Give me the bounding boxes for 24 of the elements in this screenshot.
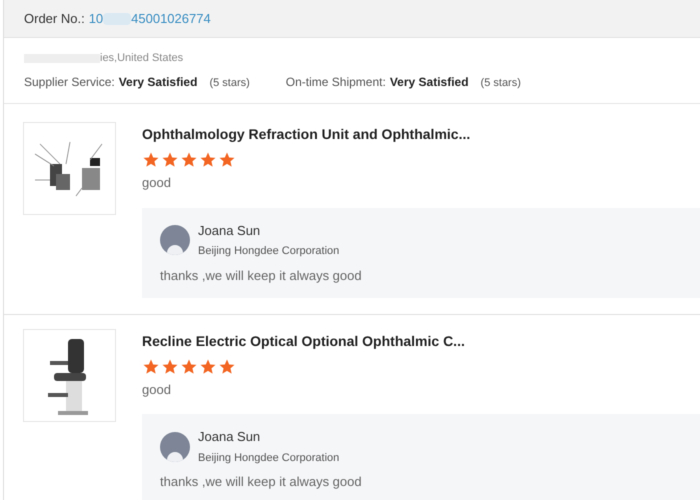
rating-label: Supplier Service: (24, 74, 115, 90)
rating-stars-text: (5 stars) (480, 76, 521, 90)
replier-name: Joana Sun (198, 222, 262, 240)
reply-text: thanks ,we will keep it always good (160, 474, 363, 490)
product-thumbnail[interactable] (23, 122, 116, 215)
rating-value: Very Satisfied (118, 74, 198, 90)
order-number-end: 45001026774 (131, 10, 211, 28)
order-number-start: 10 (88, 10, 104, 28)
product-title[interactable]: Ophthalmology Refraction Unit and Ophthalmic... (142, 124, 700, 145)
avatar-icon (160, 432, 190, 462)
replier-company: Beijing Hongdee Corporation (198, 450, 340, 466)
replier-company: Beijing Hongdee Corporation (198, 244, 340, 259)
rating-value: Very Satisfied (390, 74, 469, 90)
replier-name: Joana Sun (198, 428, 262, 446)
review-comment: good (142, 380, 172, 399)
product-title[interactable]: Recline Electric Optical Optional Ophthalmic C... (142, 330, 700, 352)
avatar-icon (160, 225, 190, 255)
rating-label: On-time Shipment: (286, 74, 386, 90)
product-thumbnail[interactable] (23, 328, 116, 422)
rating-stars-text: (5 stars) (209, 76, 250, 90)
reply-text: thanks ,we will keep it always good (160, 268, 363, 284)
review-comment: good (142, 174, 172, 192)
buyer-location: ies,United States (100, 51, 184, 66)
order-label: Order No.: (24, 10, 85, 28)
